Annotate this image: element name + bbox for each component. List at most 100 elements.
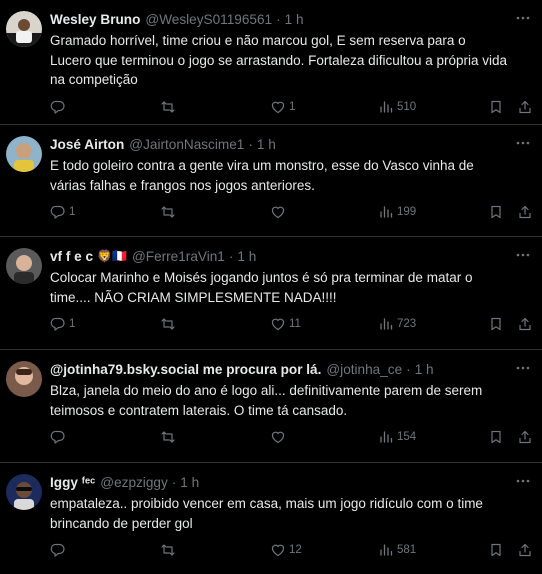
like-button[interactable] <box>270 429 289 445</box>
display-name[interactable]: vf f e c <box>50 249 93 264</box>
bookmark-icon <box>491 206 501 219</box>
separator-dot: · <box>406 361 411 377</box>
retweet-button[interactable] <box>160 316 179 332</box>
tweet-actions: 12 581 <box>50 533 531 567</box>
timestamp[interactable]: 1 h <box>180 475 199 490</box>
display-name[interactable]: @jotinha79.bsky.social me procura por lá… <box>50 362 321 377</box>
retweet-button[interactable] <box>160 429 179 445</box>
share-icon <box>519 318 531 331</box>
avatar[interactable] <box>6 248 42 284</box>
reply-count: 1 <box>69 318 76 331</box>
handle[interactable]: @ezpziggy <box>100 475 167 490</box>
more-horizontal-icon[interactable] <box>514 472 532 490</box>
tweet-text: E todo goleiro contra a gente vira um mo… <box>50 158 474 193</box>
retweet-icon <box>161 101 175 113</box>
avatar[interactable] <box>6 136 42 172</box>
heart-icon <box>271 101 285 113</box>
bookmark-button[interactable] <box>488 316 504 332</box>
like-button[interactable]: 11 <box>270 316 301 332</box>
timestamp[interactable]: 1 h <box>285 12 304 27</box>
tweet-actions: 1 510 <box>50 90 531 124</box>
reply-icon <box>50 206 65 219</box>
reply-button[interactable] <box>50 429 69 445</box>
bookmark-button[interactable] <box>488 204 504 220</box>
reply-button[interactable] <box>50 542 69 558</box>
tweet-actions: 1 199 <box>50 195 531 229</box>
timestamp[interactable]: 1 h <box>257 137 276 152</box>
retweet-button[interactable] <box>160 542 179 558</box>
handle[interactable]: @Ferre1raVin1 <box>132 249 225 264</box>
separator-dot: · <box>228 248 234 264</box>
display-name[interactable]: Iggy ᶠᵉᶜ <box>50 475 95 490</box>
tweet-text: Gramado horrível, time criou e não marco… <box>50 33 508 88</box>
like-button[interactable] <box>270 204 289 220</box>
share-button[interactable] <box>517 429 533 445</box>
handle[interactable]: @jotinha_ce <box>326 362 402 377</box>
view-count: 154 <box>397 431 417 444</box>
retweet-button[interactable] <box>160 204 179 220</box>
more-horizontal-icon[interactable] <box>514 246 532 264</box>
tweet[interactable]: Wesley Bruno @WesleyS01196561 · 1 h Gram… <box>0 0 542 125</box>
reply-feed: Wesley Bruno @WesleyS01196561 · 1 h Gram… <box>0 0 542 574</box>
reply-button[interactable]: 1 <box>50 204 75 220</box>
tweet-actions: 1 11 723 <box>50 307 531 341</box>
avatar[interactable] <box>6 11 42 47</box>
retweet-icon <box>161 206 175 218</box>
display-name[interactable]: José Airton <box>50 137 124 152</box>
views-bar-chart-icon <box>380 431 393 443</box>
tweet-text: Blza, janela do meio do ano é logo ali..… <box>50 383 483 418</box>
views-button[interactable]: 199 <box>378 204 416 220</box>
more-horizontal-icon[interactable] <box>514 134 532 152</box>
like-button[interactable]: 1 <box>270 99 295 115</box>
heart-icon <box>271 544 285 557</box>
views-bar-chart-icon <box>380 206 393 218</box>
timestamp[interactable]: 1 h <box>237 249 256 264</box>
tweet-actions: 154 <box>50 420 531 454</box>
retweet-icon <box>161 431 175 443</box>
avatar[interactable] <box>6 361 42 397</box>
separator-dot: · <box>171 474 177 490</box>
heart-icon <box>271 206 285 219</box>
share-button[interactable] <box>517 204 533 220</box>
tweet-text: Colocar Marinho e Moisés jogando juntos … <box>50 270 473 305</box>
name-emoji: 🦁🇫🇷 <box>97 249 127 263</box>
share-button[interactable] <box>517 99 533 115</box>
avatar-image <box>6 136 42 172</box>
share-icon <box>519 206 531 219</box>
like-button[interactable]: 12 <box>270 542 302 558</box>
reply-button[interactable] <box>50 99 69 115</box>
bookmark-icon <box>491 544 501 557</box>
bookmark-button[interactable] <box>488 429 504 445</box>
retweet-button[interactable] <box>160 99 179 115</box>
avatar[interactable] <box>6 474 42 510</box>
views-button[interactable]: 154 <box>378 429 416 445</box>
reply-count: 1 <box>69 206 76 219</box>
share-button[interactable] <box>517 542 533 558</box>
like-count: 11 <box>289 318 301 331</box>
view-count: 510 <box>397 100 417 113</box>
reply-button[interactable]: 1 <box>50 316 75 332</box>
views-button[interactable]: 510 <box>378 99 416 115</box>
tweet[interactable]: @jotinha79.bsky.social me procura por lá… <box>0 350 542 463</box>
timestamp[interactable]: 1 h <box>415 362 434 377</box>
handle[interactable]: @WesleyS01196561 <box>145 12 272 27</box>
views-button[interactable]: 723 <box>378 316 416 332</box>
tweet[interactable]: Iggy ᶠᵉᶜ @ezpziggy · 1 h empataleza.. pr… <box>0 463 542 574</box>
display-name[interactable]: Wesley Bruno <box>50 12 140 27</box>
more-horizontal-icon[interactable] <box>514 9 532 27</box>
views-button[interactable]: 581 <box>378 542 416 558</box>
tweet-header: vf f e c 🦁🇫🇷 @Ferre1raVin1 · 1 h <box>50 247 526 265</box>
bookmark-icon <box>491 100 501 113</box>
bookmark-icon <box>491 431 501 444</box>
tweet[interactable]: vf f e c 🦁🇫🇷 @Ferre1raVin1 · 1 h Colocar… <box>0 237 542 350</box>
tweet-text: empataleza.. proibido vencer em casa, ma… <box>50 496 483 531</box>
bookmark-button[interactable] <box>488 99 504 115</box>
tweet[interactable]: José Airton @JairtonNascime1 · 1 h E tod… <box>0 125 542 237</box>
retweet-icon <box>161 544 175 556</box>
bookmark-button[interactable] <box>488 542 504 558</box>
view-count: 581 <box>397 544 417 557</box>
handle[interactable]: @JairtonNascime1 <box>129 137 244 152</box>
more-horizontal-icon[interactable] <box>514 359 532 377</box>
share-button[interactable] <box>517 316 533 332</box>
views-bar-chart-icon <box>380 101 393 113</box>
